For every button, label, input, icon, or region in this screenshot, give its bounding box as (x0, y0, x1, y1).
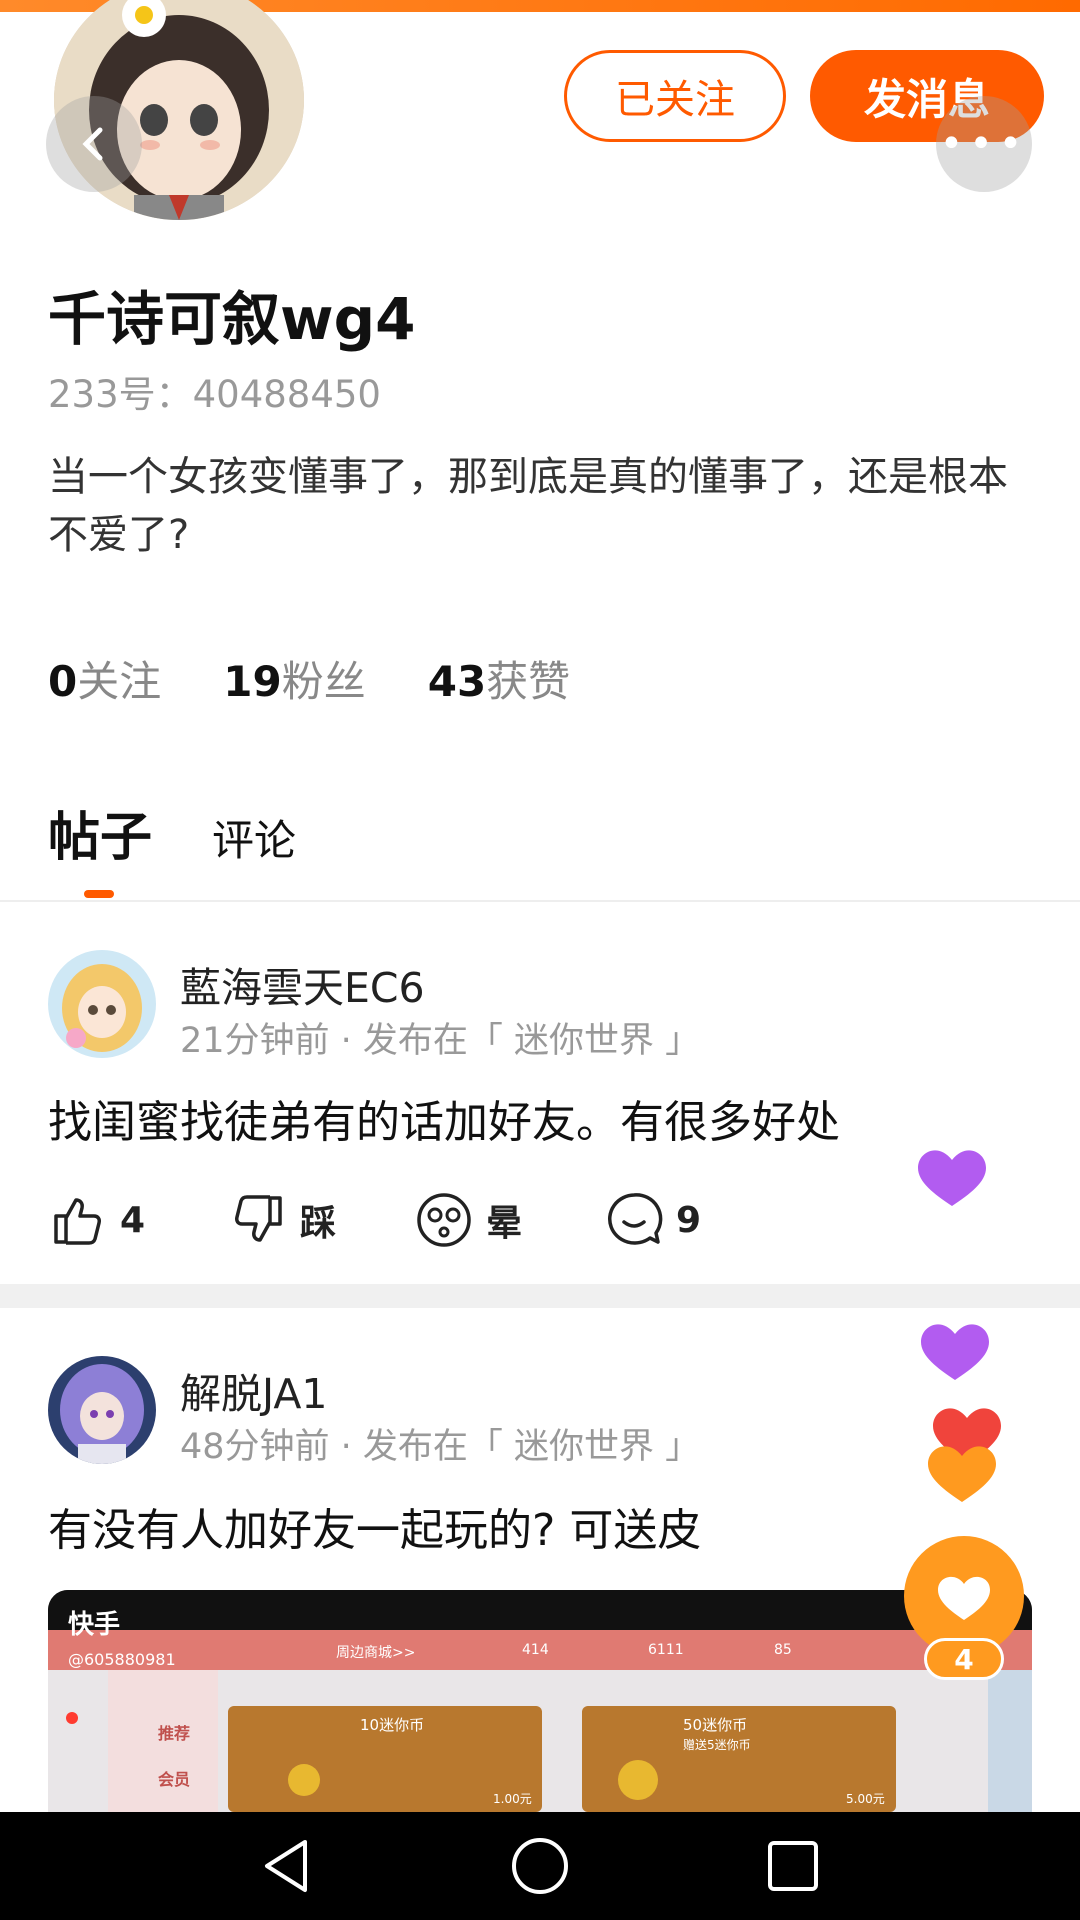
back-button[interactable] (46, 96, 142, 192)
post-meta: 48分钟前 · 发布在「 迷你世界 」 (180, 1427, 701, 1467)
shop-tab: 周边商城>> (336, 1645, 416, 1661)
like-count-badge: 4 (924, 1638, 1004, 1680)
currency-b: 6111 (648, 1642, 684, 1658)
game-screenshot (48, 1590, 1032, 1812)
heart-icon (928, 1446, 996, 1502)
card-price: 5.00元 (846, 1792, 885, 1806)
card-title: 50迷你币 (683, 1716, 748, 1734)
content-tabs: 帖子 评论 (48, 795, 296, 870)
menu-item-recommend: 推荐 (158, 1724, 191, 1743)
more-options-button[interactable]: ••• (936, 96, 1032, 192)
followed-button[interactable]: 已关注 (564, 50, 786, 142)
post-author-name[interactable]: 解脱JA1 (180, 1360, 328, 1420)
comment-bubble-icon (608, 1193, 663, 1245)
stat-following[interactable]: 0关注 (48, 648, 161, 709)
card-title: 10迷你币 (360, 1716, 425, 1734)
post-text: 找闺蜜找徒弟有的话加好友。有很多好处 (48, 1097, 840, 1148)
currency-a: 414 (522, 1642, 549, 1658)
tabs-divider (0, 900, 1080, 902)
video-watermark-app: 快手 (68, 1610, 121, 1640)
nav-back-icon[interactable] (255, 1834, 319, 1898)
post-author-avatar[interactable] (48, 950, 156, 1058)
chevron-left-icon (82, 127, 103, 161)
nav-home-icon[interactable] (508, 1834, 572, 1898)
more-dots-icon: ••• (939, 121, 1029, 167)
profile-bio: 当一个女孩变懂事了，那到底是真的懂事了，还是根本不爱了? (48, 454, 1008, 558)
system-navigation-bar (0, 1812, 1080, 1920)
menu-item-vip: 会员 (158, 1770, 191, 1789)
card-subtitle: 赠送5迷你币 (683, 1738, 751, 1752)
post-actions: 4 踩 晕 9 (48, 1190, 701, 1250)
post-separator (0, 1284, 1080, 1308)
heart-icon (938, 1576, 990, 1620)
post-text: 有没有人加好友一起玩的? 可送皮 (48, 1505, 702, 1556)
currency-c: 85 (774, 1642, 792, 1658)
comment-button[interactable]: 9 (604, 1190, 701, 1250)
video-watermark-id: @605880981 (68, 1650, 176, 1669)
active-tab-indicator (84, 890, 114, 898)
card-price: 1.00元 (493, 1792, 532, 1806)
tab-comments[interactable]: 评论 (212, 807, 296, 868)
profile-id: 233号：40488450 (48, 373, 381, 416)
dizzy-face-icon (417, 1193, 471, 1247)
post-author-avatar[interactable] (48, 1356, 156, 1464)
thumbs-down-icon (235, 1195, 282, 1242)
nav-recents-icon[interactable] (761, 1834, 825, 1898)
profile-stats: 0关注 19粉丝 43获赞 (48, 648, 570, 709)
heart-icon (918, 1150, 986, 1206)
heart-icon (933, 1408, 1001, 1464)
thumbs-up-icon (54, 1198, 101, 1245)
profile-name: 千诗可叙wg4 (48, 285, 416, 353)
post-video-preview[interactable]: 快手 @605880981 周边商城>> 414 6111 85 推荐 会员 1… (48, 1590, 1032, 1812)
tab-posts[interactable]: 帖子 (48, 795, 152, 870)
stat-fans[interactable]: 19粉丝 (223, 648, 365, 709)
post-author-name[interactable]: 藍海雲天EC6 (180, 954, 425, 1014)
like-button[interactable]: 4 (48, 1190, 228, 1250)
dizzy-button[interactable]: 晕 (414, 1190, 604, 1250)
stat-likes[interactable]: 43获赞 (428, 648, 570, 709)
heart-icon (921, 1324, 989, 1380)
dislike-button[interactable]: 踩 (228, 1190, 414, 1250)
post-meta: 21分钟前 · 发布在「 迷你世界 」 (180, 1021, 701, 1061)
